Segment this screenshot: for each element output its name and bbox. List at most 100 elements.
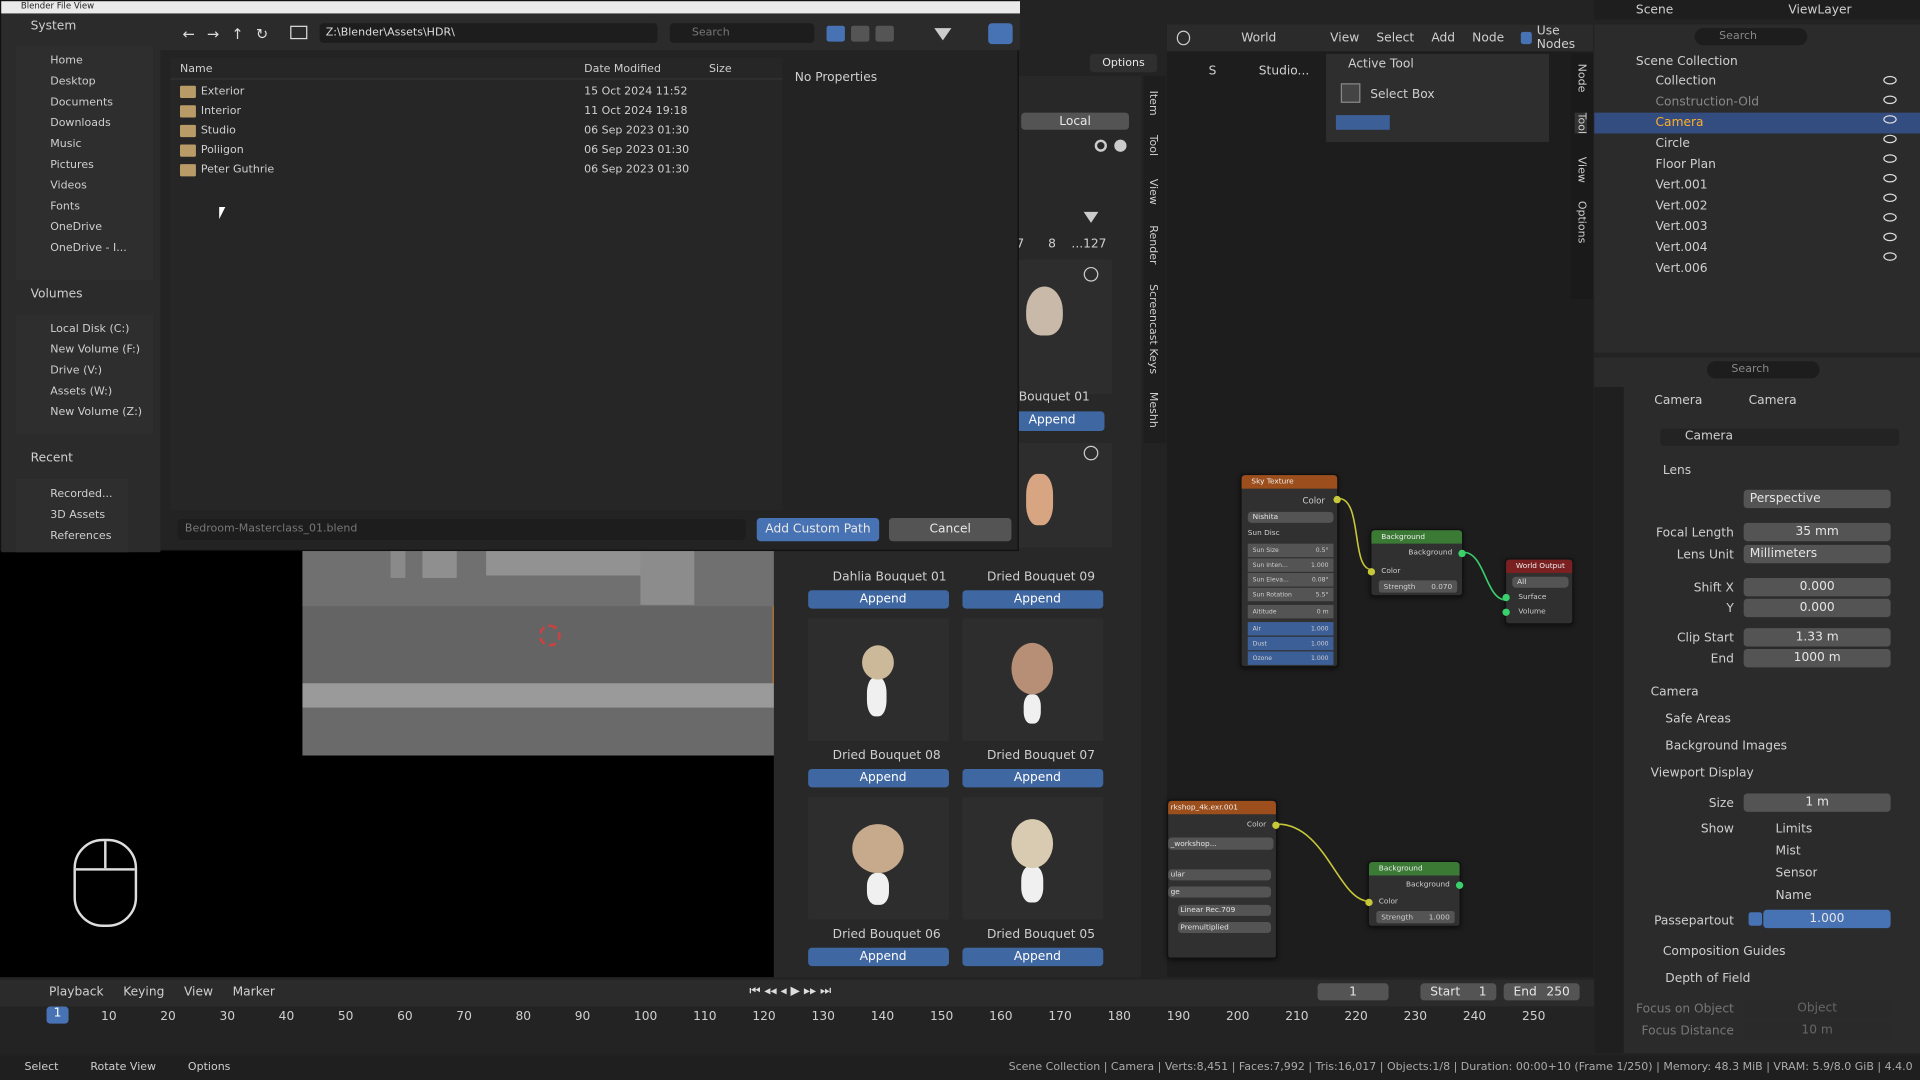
output-socket[interactable] — [1272, 821, 1280, 829]
sidebar-item-pictures[interactable]: Pictures — [28, 154, 150, 175]
sun-disc-checkbox[interactable]: Sun Disc — [1248, 529, 1280, 538]
gear-icon[interactable] — [1114, 139, 1127, 152]
asset-tile[interactable] — [808, 618, 949, 741]
section-recent[interactable]: Recent — [31, 452, 73, 465]
sidebar-item-music[interactable]: Music — [28, 133, 150, 154]
tab-tool[interactable]: Tool — [1146, 135, 1158, 156]
menu-marker[interactable]: Marker — [233, 985, 275, 998]
eye-icon[interactable] — [1883, 252, 1897, 261]
eye-icon[interactable] — [1883, 134, 1897, 144]
file-row[interactable]: Poliigon 06 Sep 2023 01:30 — [170, 141, 782, 161]
input-socket[interactable] — [1502, 593, 1510, 602]
recent-item[interactable]: References — [28, 525, 150, 546]
page-8[interactable]: 8 — [1048, 238, 1056, 251]
limits-checkbox[interactable]: Limits — [1776, 823, 1813, 836]
outliner-root[interactable]: Scene Collection — [1636, 55, 1738, 68]
outliner-item[interactable]: Collection — [1594, 71, 1920, 92]
3d-cursor-icon[interactable] — [538, 624, 561, 647]
sidebar-item-desktop[interactable]: Desktop — [28, 71, 150, 92]
strength-field[interactable]: Strength 1.000 — [1376, 911, 1455, 924]
visibility-icons[interactable] — [1883, 75, 1915, 284]
background-node-2[interactable]: Background Background Color Strength 1.00… — [1365, 860, 1464, 927]
lens-type-select[interactable]: Perspective — [1743, 489, 1891, 509]
outliner-item[interactable]: Vert.006 — [1594, 258, 1920, 279]
append-button[interactable]: Append — [1013, 411, 1105, 432]
search-field[interactable]: Search — [669, 23, 815, 43]
tab-item[interactable]: Item — [1146, 91, 1158, 116]
outliner-item[interactable]: Circle — [1594, 133, 1920, 154]
panel-composition-guides[interactable]: Composition Guides — [1663, 945, 1786, 958]
refresh-icon[interactable] — [1094, 139, 1107, 152]
output-socket[interactable] — [1333, 495, 1341, 504]
refresh-icon[interactable]: ↻ — [256, 26, 268, 43]
recent-item[interactable]: 3D Assets — [28, 504, 150, 525]
input-socket[interactable] — [1367, 568, 1376, 576]
local-library-button[interactable]: Local — [1021, 112, 1129, 130]
mist-checkbox[interactable]: Mist — [1776, 845, 1801, 858]
append-button[interactable]: Append — [808, 947, 949, 967]
passepartout-alpha-field[interactable]: 1.000 — [1763, 909, 1891, 929]
parent-dir-icon[interactable]: ↑ — [231, 26, 243, 43]
col-date[interactable]: Date Modified — [584, 64, 661, 76]
shift-x-field[interactable]: 0.000 — [1743, 577, 1891, 597]
outliner-item[interactable]: Floor Plan — [1594, 154, 1920, 175]
volume-item[interactable]: Local Disk (C:) — [28, 318, 150, 339]
node-editor[interactable]: World View Select Add Node Use Nodes S S… — [1166, 24, 1594, 978]
panel-background-images[interactable]: Background Images — [1665, 740, 1787, 753]
eye-icon[interactable] — [1883, 115, 1897, 124]
focus-distance-field[interactable]: 10 m — [1743, 1021, 1891, 1040]
sky-params[interactable]: Sun Size 0.5° Sun Inten... 1.000 Sun Eleva… — [1247, 543, 1334, 665]
panel-camera[interactable]: Camera — [1651, 686, 1699, 699]
new-folder-icon[interactable] — [290, 25, 308, 40]
input-socket[interactable] — [1365, 898, 1373, 907]
sidebar-item-onedrive[interactable]: OneDrive — [28, 217, 150, 238]
options-dropdown[interactable]: Options — [1089, 53, 1158, 73]
sidebar-item-onedrive-2[interactable]: OneDrive - I... — [28, 238, 150, 259]
clip-start-field[interactable]: 1.33 m — [1743, 628, 1891, 647]
info-icon[interactable] — [1083, 445, 1099, 461]
strength-field[interactable]: Strength 0.070 — [1378, 580, 1458, 593]
properties-search[interactable]: Search — [1706, 361, 1820, 379]
menu-view[interactable]: View — [184, 985, 213, 998]
page-last[interactable]: ...127 — [1071, 238, 1106, 251]
volume-item[interactable]: New Volume (F:) — [28, 339, 150, 360]
filter-icon[interactable] — [1083, 211, 1099, 223]
file-row[interactable]: Studio 06 Sep 2023 01:30 — [170, 121, 782, 141]
tab-meshh[interactable]: Meshh — [1146, 392, 1158, 428]
info-icon[interactable] — [1083, 266, 1099, 282]
view-thumbnails-icon[interactable] — [875, 25, 894, 42]
datablock-field[interactable]: Camera — [1660, 428, 1900, 446]
file-row[interactable]: Peter Guthrie 06 Sep 2023 01:30 — [170, 160, 782, 180]
current-frame-field[interactable]: 1 — [1317, 983, 1389, 1001]
append-button[interactable]: Append — [808, 590, 949, 609]
append-button[interactable]: Append — [962, 590, 1104, 609]
outliner-item-selected[interactable]: Camera — [1594, 112, 1920, 134]
display-size-field[interactable]: 1 m — [1743, 793, 1891, 812]
path-field[interactable]: Z:\Blender\Assets\HDR\ — [319, 23, 658, 43]
passepartout-checkbox[interactable] — [1748, 912, 1763, 926]
eye-icon[interactable] — [1883, 75, 1897, 85]
focus-object-field[interactable]: Object — [1743, 999, 1891, 1018]
panel-viewport-display[interactable]: Viewport Display — [1651, 767, 1754, 780]
asset-tile[interactable] — [962, 797, 1104, 920]
interpolation-select[interactable]: ular — [1168, 869, 1272, 881]
append-button[interactable]: Append — [962, 947, 1104, 967]
sensor-checkbox[interactable]: Sensor — [1776, 867, 1818, 880]
outliner-search[interactable]: Search — [1694, 28, 1808, 46]
end-frame-field[interactable]: End 250 — [1503, 983, 1580, 1001]
viewlayer-selector[interactable]: ViewLayer — [1788, 3, 1851, 16]
file-row[interactable]: Interior 11 Oct 2024 19:18 — [170, 102, 782, 122]
sidebar-item-home[interactable]: Home — [28, 50, 150, 71]
filename-field[interactable]: Bedroom-Masterclass_01.blend — [177, 519, 746, 541]
file-row[interactable]: Exterior 15 Oct 2024 11:52 — [170, 82, 782, 102]
input-socket[interactable] — [1502, 608, 1510, 616]
environment-texture-node[interactable]: rkshop_4k.exr.001 Color _workshop... ula… — [1166, 799, 1280, 959]
shift-y-field[interactable]: 0.000 — [1743, 598, 1891, 618]
playhead[interactable]: 1 — [46, 1006, 69, 1024]
focal-length-field[interactable]: 35 mm — [1743, 522, 1891, 542]
sidebar-item-downloads[interactable]: Downloads — [28, 113, 150, 134]
col-size[interactable]: Size — [709, 64, 732, 76]
back-icon[interactable]: ← — [182, 26, 194, 43]
volume-item[interactable]: Assets (W:) — [28, 381, 150, 402]
view-details-icon[interactable] — [851, 25, 870, 42]
